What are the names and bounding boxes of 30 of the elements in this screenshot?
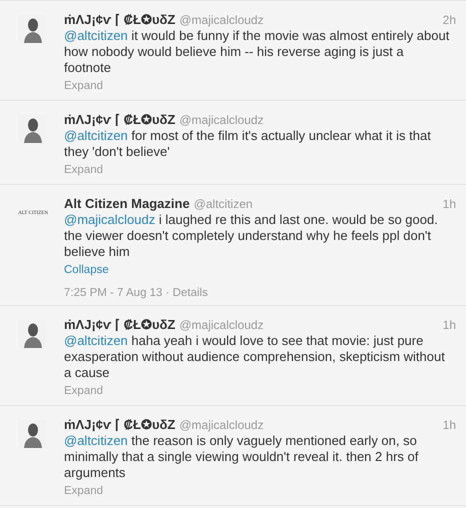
tweet-text: @altcitizen for most of the film it's actually unclear what it is that they 'don't believe' (64, 128, 432, 160)
user-handle[interactable]: @majicalcloudz (179, 113, 264, 127)
timestamp[interactable]: 2h (442, 13, 456, 27)
user-handle[interactable]: @altcitizen (194, 197, 253, 211)
mention-link[interactable]: @majicalcloudz (64, 212, 156, 227)
toggle-link[interactable]: Expand (64, 164, 104, 176)
tweet-details[interactable]: 7:25 PM - 7 Aug 13 · Details (64, 287, 456, 299)
timestamp[interactable]: 1h (442, 318, 456, 332)
user-handle[interactable]: @majicalcloudz (179, 418, 264, 432)
user-handle[interactable]: @majicalcloudz (179, 318, 264, 332)
tweet-text: @altcitizen the reason is only vaguely mentioned early on, so minimally that a single viewing wouldn't reveal it. then 2 hrs of arguments (64, 433, 420, 481)
tweet-text: @altcitizen haha yeah i would love to see that movie: just pure exasperation without audience comprehension, skepticism without a cause (64, 333, 446, 381)
timestamp[interactable]: 1h (442, 197, 456, 211)
display-name[interactable]: ṁɅJ¡¢ѵ ⌈ ₡Ł✪υδZ (64, 112, 176, 127)
toggle-link[interactable]: Expand (64, 485, 104, 497)
display-name[interactable]: Alt Citizen Magazine (64, 196, 190, 211)
user-handle[interactable]: @majicalcloudz (179, 13, 264, 27)
tweet-text: @majicalcloudz i laughed re this and last one. would be so good. the viewer doesn't completely understand why he feels ppl don't believe him (64, 212, 439, 260)
display-name[interactable]: ṁɅJ¡¢ѵ ⌈ ₡Ł✪υδZ (64, 317, 176, 332)
toggle-link[interactable]: Expand (64, 385, 104, 397)
toggle-link[interactable]: Expand (64, 80, 104, 92)
display-name[interactable]: ṁɅJ¡¢ѵ ⌈ ₡Ł✪υδZ (64, 12, 176, 27)
timestamp[interactable]: 1h (442, 418, 456, 432)
display-name[interactable]: ṁɅJ¡¢ѵ ⌈ ₡Ł✪υδZ (64, 417, 176, 432)
tweet-text: @altcitizen it would be funny if the movie was almost entirely about how nobody would believe him -- his reverse aging is just a footnote (64, 28, 450, 76)
mention-link[interactable]: @altcitizen (64, 28, 128, 43)
mention-link[interactable]: @altcitizen (64, 128, 128, 143)
toggle-link[interactable]: Collapse (64, 264, 109, 276)
mention-link[interactable]: @altcitizen (64, 433, 128, 448)
mention-link[interactable]: @altcitizen (64, 333, 128, 348)
